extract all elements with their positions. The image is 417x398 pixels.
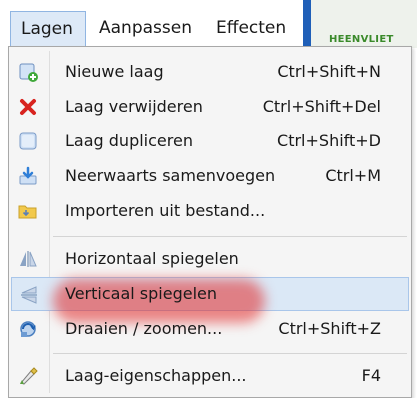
menu-item-label: Neerwaarts samenvoegen — [65, 166, 276, 185]
menu-bar: Lagen Aanpassen Effecten HEENVLIET — [0, 0, 417, 48]
layer-properties-icon — [17, 365, 39, 387]
merge-down-icon — [17, 165, 39, 187]
toolbar-accent-strip — [303, 0, 311, 48]
menu-item-label: Laag dupliceren — [65, 131, 193, 150]
menu-tab-aanpassen[interactable]: Aanpassen — [89, 11, 199, 46]
flip-horizontal-icon — [17, 248, 39, 270]
menu-item-label: Horizontaal spiegelen — [65, 249, 239, 268]
menu-item-shortcut: Ctrl+Shift+Z — [278, 319, 381, 338]
menu-item-shortcut: Ctrl+Shift+N — [277, 62, 381, 81]
menu-item-duplicate-layer[interactable]: Laag dupliceren Ctrl+Shift+D — [11, 124, 409, 158]
menu-separator — [53, 353, 407, 354]
menu-item-shortcut: Ctrl+Shift+Del — [262, 97, 381, 116]
duplicate-layer-icon — [17, 130, 39, 152]
flip-vertical-icon — [18, 284, 40, 306]
layers-dropdown-menu: Nieuwe laag Ctrl+Shift+N Laag verwijdere… — [8, 46, 412, 398]
new-layer-icon — [17, 61, 39, 83]
menu-item-import-from-file[interactable]: Importeren uit bestand... — [11, 194, 409, 228]
rotate-zoom-icon — [17, 318, 39, 340]
menu-item-delete-layer[interactable]: Laag verwijderen Ctrl+Shift+Del — [11, 90, 409, 124]
menu-item-label: Laag verwijderen — [65, 97, 203, 116]
menu-item-merge-down[interactable]: Neerwaarts samenvoegen Ctrl+M — [11, 159, 409, 193]
menu-item-label: Nieuwe laag — [65, 62, 164, 81]
menu-item-rotate-zoom[interactable]: Draaien / zoomen... Ctrl+Shift+Z — [11, 312, 409, 346]
menu-item-label: Laag-eigenschappen... — [65, 366, 247, 385]
import-file-icon — [17, 200, 39, 222]
menu-item-shortcut: Ctrl+Shift+D — [277, 131, 381, 150]
menu-item-label: Importeren uit bestand... — [65, 201, 266, 220]
menu-tab-lagen[interactable]: Lagen — [10, 11, 86, 46]
menu-item-flip-horizontal[interactable]: Horizontaal spiegelen — [11, 242, 409, 276]
menu-item-shortcut: Ctrl+M — [325, 166, 381, 185]
menu-item-new-layer[interactable]: Nieuwe laag Ctrl+Shift+N — [11, 55, 409, 89]
delete-x-icon — [17, 96, 39, 118]
menu-item-layer-properties[interactable]: Laag-eigenschappen... F4 — [11, 359, 409, 393]
menu-tab-effecten[interactable]: Effecten — [206, 11, 301, 46]
menu-item-shortcut: F4 — [361, 366, 381, 385]
menu-separator — [53, 236, 407, 237]
map-place-label: HEENVLIET — [329, 34, 394, 45]
menu-item-label: Draaien / zoomen... — [65, 319, 223, 338]
